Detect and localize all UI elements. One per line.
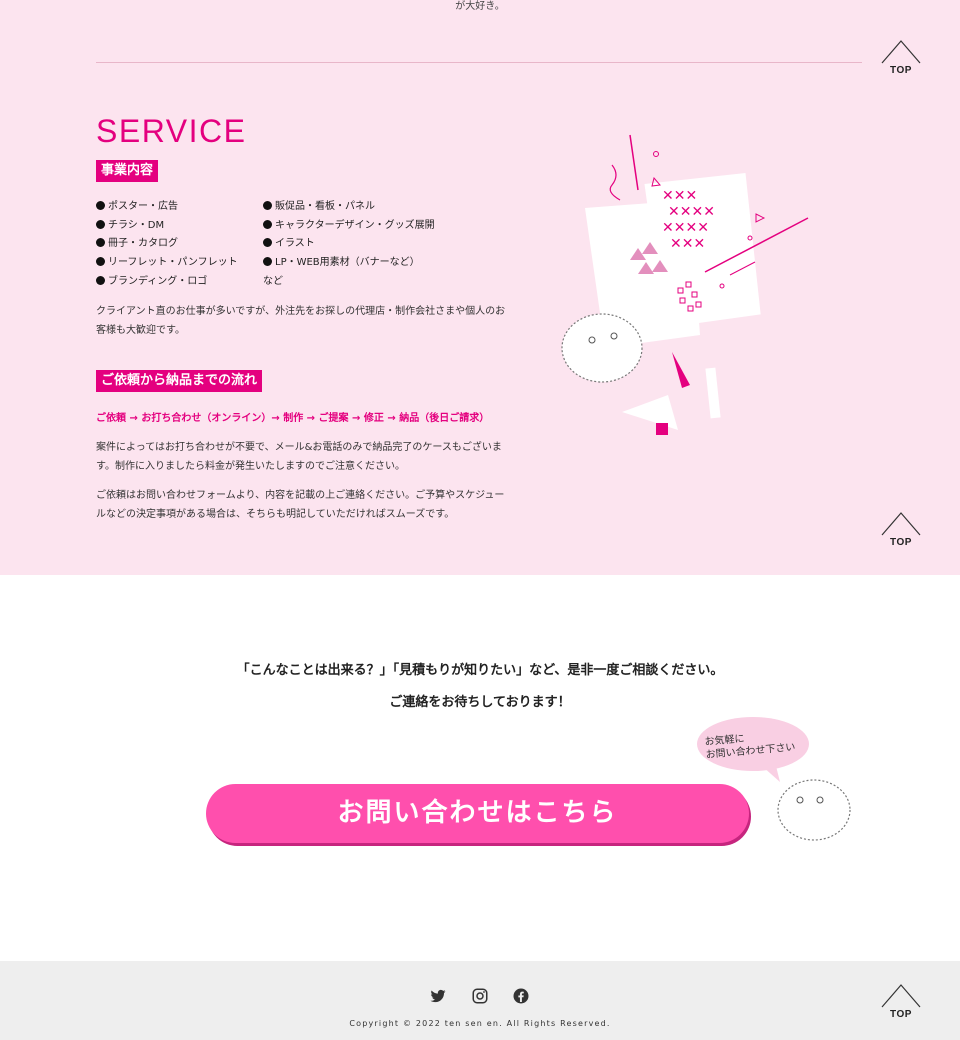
bullet-icon [263, 219, 272, 229]
service-section: が大好き。 TOP SERVICE 事業内容 ポスター・広告 チラシ・DM 冊子… [0, 0, 960, 575]
case-description: 案件によってはお打ち合わせが不要で、メール&お電話のみで納品完了のケースもござい… [96, 442, 502, 472]
service-item: 販促品・看板・パネル [263, 198, 435, 217]
twitter-icon[interactable] [429, 987, 447, 1005]
top-button-label: TOP [890, 65, 912, 76]
back-to-top-button[interactable]: TOP [880, 982, 922, 1022]
bullet-icon [96, 219, 105, 229]
bullet-icon [96, 201, 105, 210]
instagram-icon[interactable] [471, 987, 489, 1005]
service-list-left: ポスター・広告 チラシ・DM 冊子・カタログ リーフレット・パンフレット ブラン… [96, 198, 238, 291]
service-item: チラシ・DM [96, 217, 238, 236]
service-item: LP・WEB用素材（バナーなど） [263, 254, 435, 273]
top-button-label: TOP [890, 537, 912, 548]
bullet-icon [96, 257, 105, 267]
cta-message-line2: ご連絡をお待ちしております！ [389, 695, 571, 710]
back-to-top-button[interactable]: TOP [880, 38, 922, 78]
cta-message-line1: 「こんなことは出来る？」「見積もりが知りたい」など、是非一度ご相談ください。 [236, 663, 724, 678]
facebook-icon[interactable] [512, 987, 530, 1005]
svg-text:✕✕✕: ✕✕✕ [670, 236, 705, 252]
service-item: リーフレット・パンフレット [96, 254, 238, 273]
contact-description: ご依頼はお問い合わせフォームより、内容を記載の上ご連絡ください。ご予算やスケジュ… [96, 490, 505, 520]
copyright: Copyright © 2022 ten sen en. All Rights … [349, 1019, 611, 1028]
bullet-icon [263, 238, 272, 248]
flow-steps: ご依頼 → お打ち合わせ（オンライン）→ 制作 → ご提案 → 修正 → 納品（… [96, 413, 490, 424]
service-item-extra: など [263, 275, 283, 287]
client-description: クライアント直のお仕事が多いですが、外注先をお探しの代理店・制作会社さまや個人の… [96, 306, 506, 336]
service-title: SERVICE [96, 113, 247, 149]
service-list-right: 販促品・看板・パネル キャラクターデザイン・グッズ展開 イラスト LP・WEB用… [263, 198, 435, 291]
bullet-icon [96, 275, 105, 285]
back-to-top-button[interactable]: TOP [880, 510, 922, 550]
bullet-icon [263, 257, 272, 267]
svg-text:✕✕✕✕: ✕✕✕✕ [662, 220, 709, 236]
service-illustration: ✕✕✕✕✕✕✕✕✕✕✕✕✕✕ [561, 134, 809, 435]
mascot-icon [777, 779, 851, 841]
flow-heading: ご依頼から納品までの流れ [96, 370, 263, 392]
bullet-icon [263, 201, 272, 210]
business-heading: 事業内容 [96, 160, 159, 182]
previous-section-text: が大好き。 [455, 1, 505, 12]
service-item: イラスト [263, 235, 435, 254]
svg-text:✕✕✕: ✕✕✕ [662, 188, 697, 204]
service-item: キャラクターデザイン・グッズ展開 [263, 217, 435, 236]
bullet-icon [96, 238, 105, 248]
contact-button[interactable]: お問い合わせはこちら [206, 784, 749, 843]
svg-text:✕✕✕✕: ✕✕✕✕ [668, 204, 715, 220]
section-divider [96, 62, 862, 63]
service-item: ポスター・広告 [96, 198, 238, 217]
service-item: 冊子・カタログ [96, 235, 238, 254]
service-item: ブランディング・ロゴ [96, 273, 238, 292]
